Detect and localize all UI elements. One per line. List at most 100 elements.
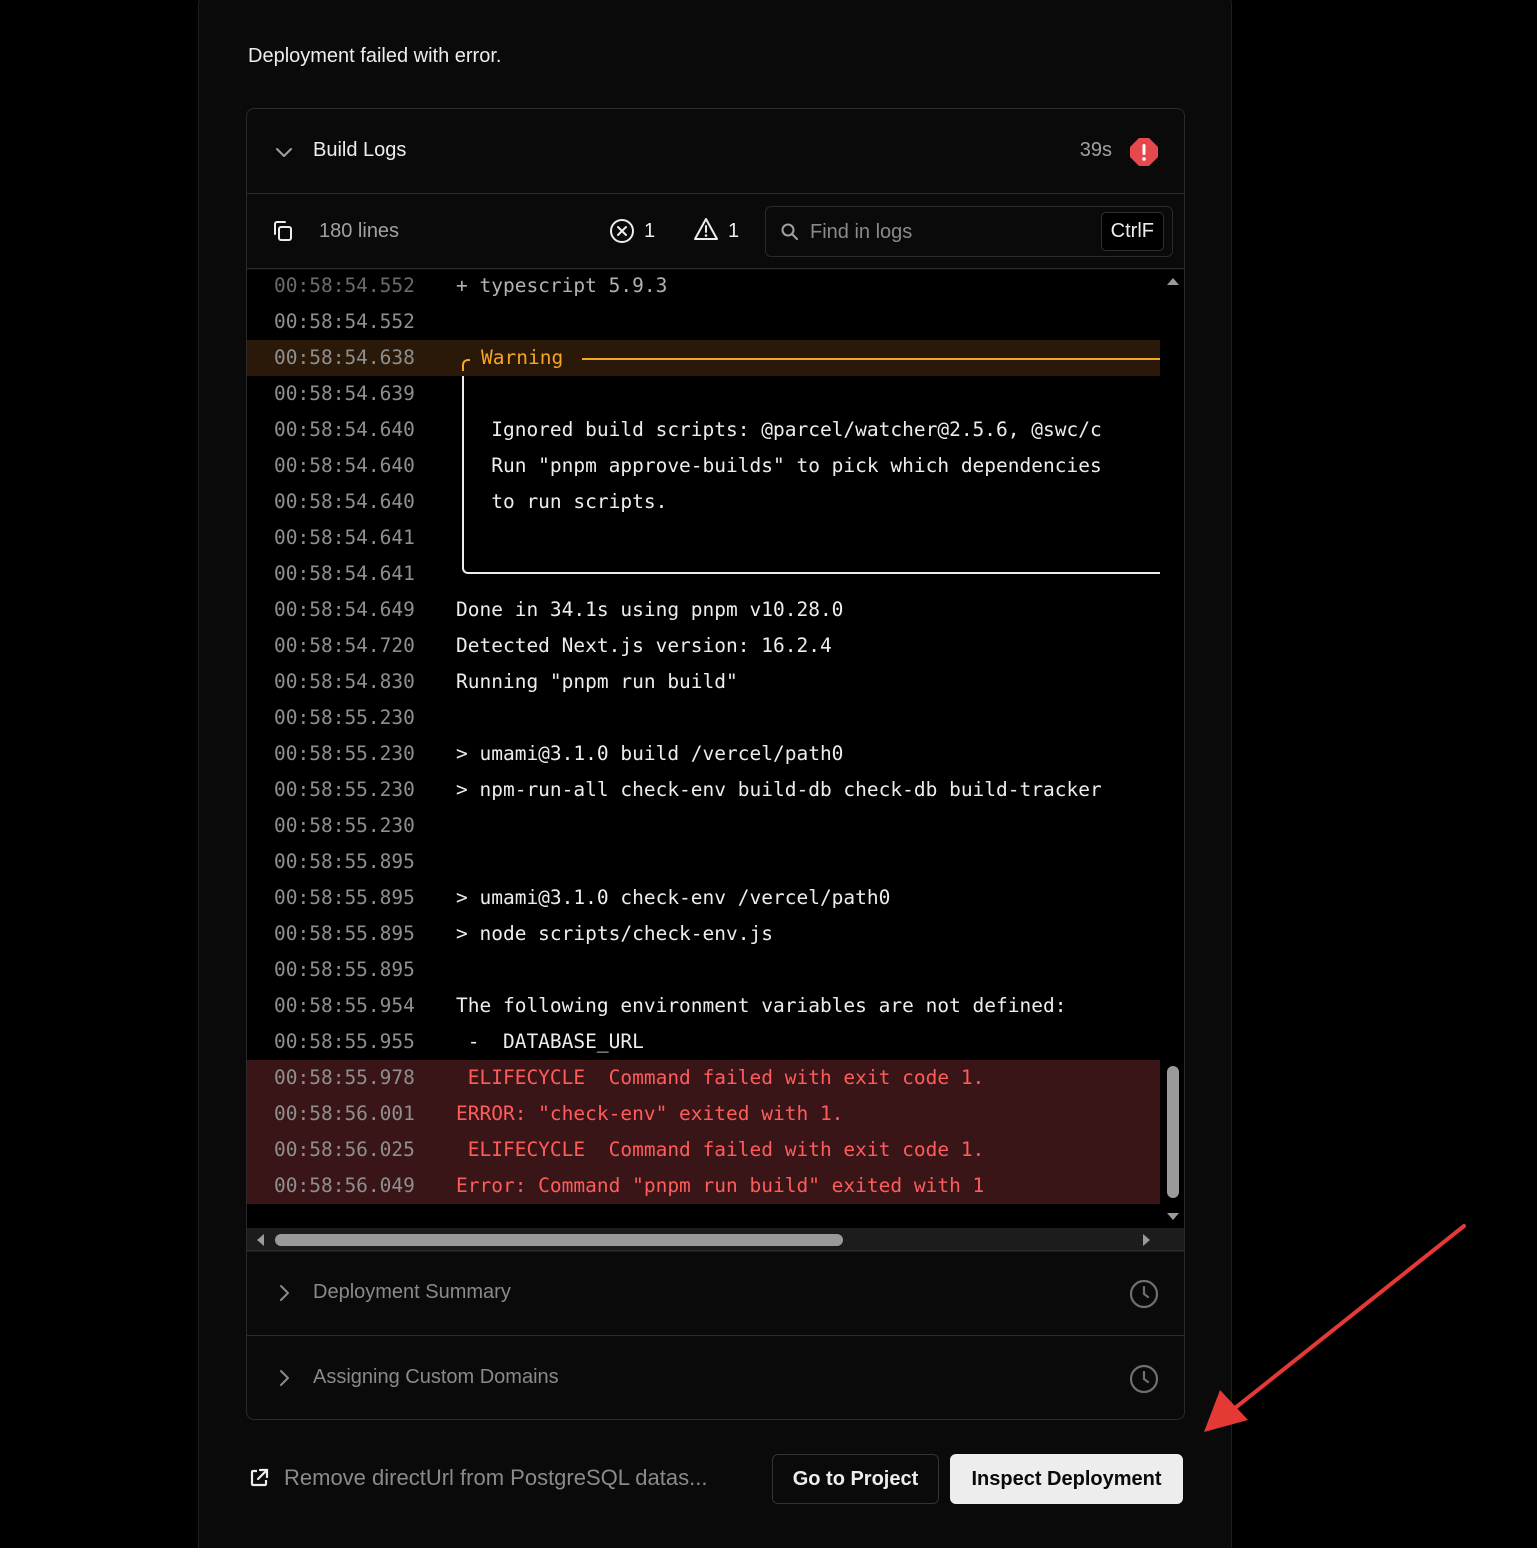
log-line: 00:58:54.641 (247, 556, 1160, 592)
vertical-scrollbar[interactable] (1160, 270, 1184, 1228)
log-timestamp: 00:58:54.649 (274, 598, 415, 621)
log-line: 00:58:54.830 Running "pnpm run build" (247, 664, 1160, 700)
build-duration: 39s (1079, 139, 1112, 161)
log-timestamp: 00:58:56.001 (274, 1102, 415, 1125)
log-line-error: 00:58:56.049 Error: Command "pnpm run bui… (247, 1168, 1160, 1204)
scroll-right-arrow-icon[interactable] (1143, 1234, 1150, 1246)
inspect-deployment-button[interactable]: Inspect Deployment (950, 1454, 1183, 1504)
log-message: Error: Command "pnpm run build" exited w… (456, 1174, 985, 1197)
commit-link[interactable]: Remove directUrl from PostgreSQL datas..… (248, 1465, 707, 1491)
section-label: Deployment Summary (313, 1281, 511, 1303)
log-message: > node scripts/check-env.js (456, 922, 773, 945)
log-message: + typescript 5.9.3 (456, 274, 668, 297)
section-label: Assigning Custom Domains (313, 1366, 559, 1388)
commit-message[interactable]: Remove directUrl from PostgreSQL datas..… (284, 1465, 707, 1491)
log-timestamp: 00:58:54.638 (274, 346, 415, 369)
build-steps-card: Build Logs 39s 180 lines 1 1 Find in log… (246, 108, 1185, 1420)
log-line: 00:58:55.230 (247, 700, 1160, 736)
log-message: ELIFECYCLE Command failed with exit code… (456, 1066, 985, 1089)
log-message: > npm-run-all check-env build-db check-d… (456, 778, 1102, 801)
log-message: Run "pnpm approve-builds" to pick which … (456, 454, 1102, 477)
log-timestamp: 00:58:54.552 (274, 310, 415, 333)
log-message: Ignored build scripts: @parcel/watcher@2… (456, 418, 1102, 441)
log-timestamp: 00:58:55.955 (274, 1030, 415, 1053)
chevron-down-icon[interactable] (275, 143, 293, 161)
warning-filter-icon[interactable] (693, 216, 719, 242)
vertical-scroll-thumb[interactable] (1167, 1066, 1179, 1198)
warning-box-rule (582, 358, 1160, 360)
error-status-icon (1130, 138, 1158, 166)
log-line: 00:58:55.954 The following environment va… (247, 988, 1160, 1024)
log-timestamp: 00:58:54.720 (274, 634, 415, 657)
log-timestamp: 00:58:54.830 (274, 670, 415, 693)
log-line-error: 00:58:55.978 ELIFECYCLE Command failed w… (247, 1060, 1160, 1096)
log-timestamp: 00:58:55.230 (274, 706, 415, 729)
build-logs-header[interactable]: Build Logs 39s (247, 109, 1184, 194)
log-line: 00:58:55.895 > umami@3.1.0 check-env /ver… (247, 880, 1160, 916)
log-line: 00:58:54.649 Done in 34.1s using pnpm v10… (247, 592, 1160, 628)
chevron-right-icon[interactable] (275, 1284, 293, 1302)
log-timestamp: 00:58:55.230 (274, 742, 415, 765)
logs-toolbar: 180 lines 1 1 CtrlF (247, 194, 1184, 269)
copy-icon[interactable] (271, 219, 295, 243)
log-timestamp: 00:58:54.641 (274, 562, 415, 585)
log-line: 00:58:54.640 to run scripts. (247, 484, 1160, 520)
go-to-project-button[interactable]: Go to Project (772, 1454, 939, 1504)
search-icon (781, 223, 798, 240)
log-line: 00:58:54.640 Ignored build scripts: @par… (247, 412, 1160, 448)
log-timestamp: 00:58:55.895 (274, 850, 415, 873)
error-count[interactable]: 1 (644, 220, 655, 243)
log-message: > umami@3.1.0 build /vercel/path0 (456, 742, 844, 765)
section-deployment-summary[interactable]: Deployment Summary (247, 1250, 1184, 1335)
log-search-box[interactable]: CtrlF (765, 206, 1173, 257)
log-message: Warning (481, 346, 564, 369)
log-line: 00:58:55.230 (247, 808, 1160, 844)
scroll-left-arrow-icon[interactable] (257, 1234, 264, 1246)
log-line: 00:58:54.552 + typescript 5.9.3 (247, 270, 1160, 304)
log-line-error: 00:58:56.001 ERROR: "check-env" exited wi… (247, 1096, 1160, 1132)
error-filter-icon[interactable] (609, 218, 635, 244)
log-line: 00:58:55.895 (247, 844, 1160, 880)
build-logs-title: Build Logs (313, 139, 407, 161)
log-output[interactable]: 00:58:54.552 + typescript 5.9.3 00:58:54.5… (247, 270, 1160, 1228)
log-line: 00:58:54.640 Run "pnpm approve-builds" t… (247, 448, 1160, 484)
warning-count[interactable]: 1 (728, 220, 739, 243)
log-line: 00:58:54.641 (247, 520, 1160, 556)
horizontal-scrollbar[interactable] (247, 1228, 1184, 1252)
log-message: Done in 34.1s using pnpm v10.28.0 (456, 598, 844, 621)
log-timestamp: 00:58:56.049 (274, 1174, 415, 1197)
log-line: 00:58:55.895 > node scripts/check-env.js (247, 916, 1160, 952)
log-line: 00:58:54.720 Detected Next.js version: 16… (247, 628, 1160, 664)
log-timestamp: 00:58:55.230 (274, 814, 415, 837)
section-assigning-custom-domains[interactable]: Assigning Custom Domains (247, 1335, 1184, 1419)
log-timestamp: 00:58:55.895 (274, 958, 415, 981)
log-timestamp: 00:58:54.641 (274, 526, 415, 549)
search-input[interactable] (810, 215, 1090, 249)
external-link-icon (250, 1468, 269, 1487)
log-timestamp: 00:58:56.025 (274, 1138, 415, 1161)
log-message: ERROR: "check-env" exited with 1. (456, 1102, 844, 1125)
log-timestamp: 00:58:54.552 (274, 274, 415, 297)
horizontal-scroll-thumb[interactable] (275, 1234, 843, 1246)
scroll-down-arrow-icon[interactable] (1167, 1213, 1179, 1220)
log-timestamp: 00:58:54.639 (274, 382, 415, 405)
log-message: Running "pnpm run build" (456, 670, 738, 693)
log-line: 00:58:54.639 (247, 376, 1160, 412)
scroll-up-arrow-icon[interactable] (1167, 278, 1179, 285)
log-message: ELIFECYCLE Command failed with exit code… (456, 1138, 985, 1161)
log-timestamp: 00:58:54.640 (274, 454, 415, 477)
log-line: 00:58:54.552 (247, 304, 1160, 340)
log-line-count: 180 lines (319, 220, 400, 242)
search-shortcut-hint: CtrlF (1100, 212, 1164, 251)
annotation-arrow-icon (1204, 1224, 1466, 1432)
log-timestamp: 00:58:55.978 (274, 1066, 415, 1089)
log-message: - DATABASE_URL (456, 1030, 644, 1053)
log-message: Detected Next.js version: 16.2.4 (456, 634, 832, 657)
warning-box-corner (462, 359, 470, 371)
log-timestamp: 00:58:55.895 (274, 886, 415, 909)
chevron-right-icon[interactable] (275, 1369, 293, 1387)
log-timestamp: 00:58:55.954 (274, 994, 415, 1017)
clock-icon (1129, 1279, 1159, 1309)
log-line: 00:58:55.230 > umami@3.1.0 build /vercel/… (247, 736, 1160, 772)
log-message: The following environment variables are … (456, 994, 1067, 1017)
